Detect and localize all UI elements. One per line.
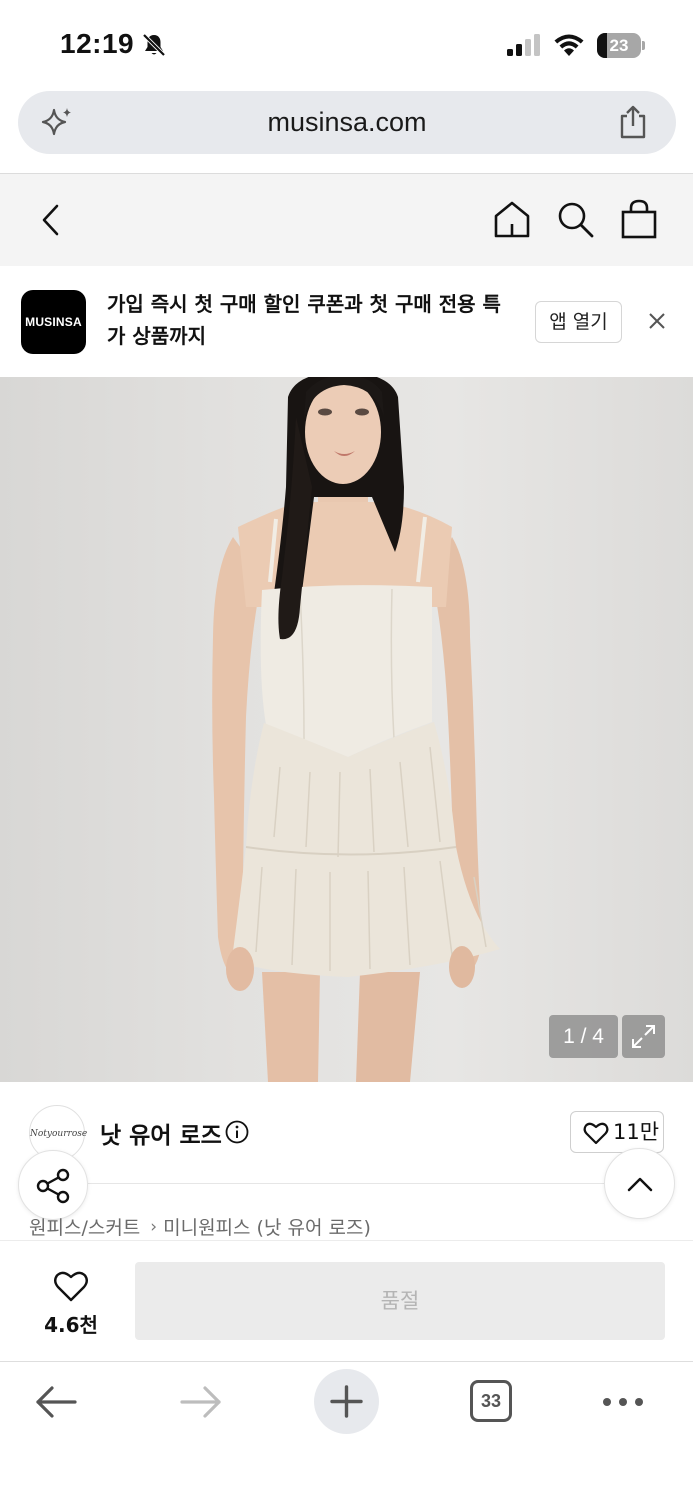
- status-time: 12:19: [60, 28, 135, 59]
- heart-icon: [583, 1122, 609, 1145]
- info-icon[interactable]: [225, 1120, 249, 1144]
- share-icon[interactable]: [616, 104, 650, 140]
- share-button[interactable]: [18, 1150, 88, 1220]
- more-icon[interactable]: [601, 1392, 645, 1412]
- image-counter: 1 / 4: [549, 1015, 618, 1058]
- tabs-count-button[interactable]: 33: [470, 1380, 512, 1422]
- chevron-up-icon: [627, 1177, 653, 1192]
- breadcrumb: 원피스/스커트 › 미니원피스 (낫 유어 로즈): [29, 1213, 371, 1241]
- browser-toolbar: 33: [0, 1361, 693, 1500]
- breadcrumb-separator: ›: [150, 1216, 158, 1237]
- url-text[interactable]: musinsa.com: [18, 91, 676, 154]
- expand-icon: [632, 1025, 655, 1048]
- arrow-right-icon[interactable]: [178, 1384, 224, 1420]
- breadcrumb-subcategory[interactable]: 미니원피스 (낫 유어 로즈): [163, 1217, 371, 1239]
- battery-level: 23: [609, 36, 629, 55]
- status-bar: 12:19 23: [0, 0, 693, 90]
- back-icon[interactable]: [34, 200, 68, 240]
- close-icon[interactable]: [646, 310, 668, 332]
- breadcrumb-category[interactable]: 원피스/스커트: [29, 1217, 140, 1239]
- brand-like-button[interactable]: 11만: [570, 1111, 664, 1153]
- expand-image-button[interactable]: [622, 1015, 665, 1058]
- plus-icon: [330, 1385, 363, 1418]
- banner-message: 가입 즉시 첫 구매 할인 쿠폰과 첫 구매 전용 특가 상품까지: [107, 292, 501, 348]
- signal-icon: [507, 34, 540, 56]
- divider: [88, 1183, 604, 1184]
- purchase-bar: 4.6천 품절: [0, 1240, 693, 1361]
- brand-like-count: 11만: [613, 1120, 660, 1144]
- shopping-bag-icon[interactable]: [619, 198, 659, 240]
- home-icon[interactable]: [492, 199, 532, 239]
- brand-name[interactable]: 낫 유어 로즈: [100, 1116, 222, 1150]
- soldout-button[interactable]: 품절: [135, 1262, 665, 1340]
- app-logo: MUSINSA: [21, 290, 86, 354]
- heart-icon: [54, 1271, 88, 1302]
- model-figure: [212, 377, 500, 1082]
- app-install-banner: MUSINSA 가입 즉시 첫 구매 할인 쿠폰과 첫 구매 전용 특가 상품까…: [0, 266, 693, 377]
- wishlist-count: 4.6천: [44, 1313, 98, 1337]
- scroll-top-button[interactable]: [604, 1148, 675, 1219]
- share-nodes-icon: [36, 1168, 70, 1204]
- url-bar[interactable]: musinsa.com: [18, 91, 676, 154]
- site-header: [0, 173, 693, 266]
- search-icon[interactable]: [555, 199, 595, 239]
- wifi-icon: [554, 34, 584, 56]
- wishlist-button[interactable]: 4.6천: [20, 1263, 122, 1343]
- new-tab-button[interactable]: [314, 1369, 379, 1434]
- product-image[interactable]: 1 / 4: [0, 377, 693, 1082]
- arrow-left-icon[interactable]: [33, 1384, 79, 1420]
- battery-indicator: 23: [597, 33, 645, 59]
- open-app-button[interactable]: 앱 열기: [535, 301, 622, 343]
- bell-slash-icon: [142, 33, 166, 57]
